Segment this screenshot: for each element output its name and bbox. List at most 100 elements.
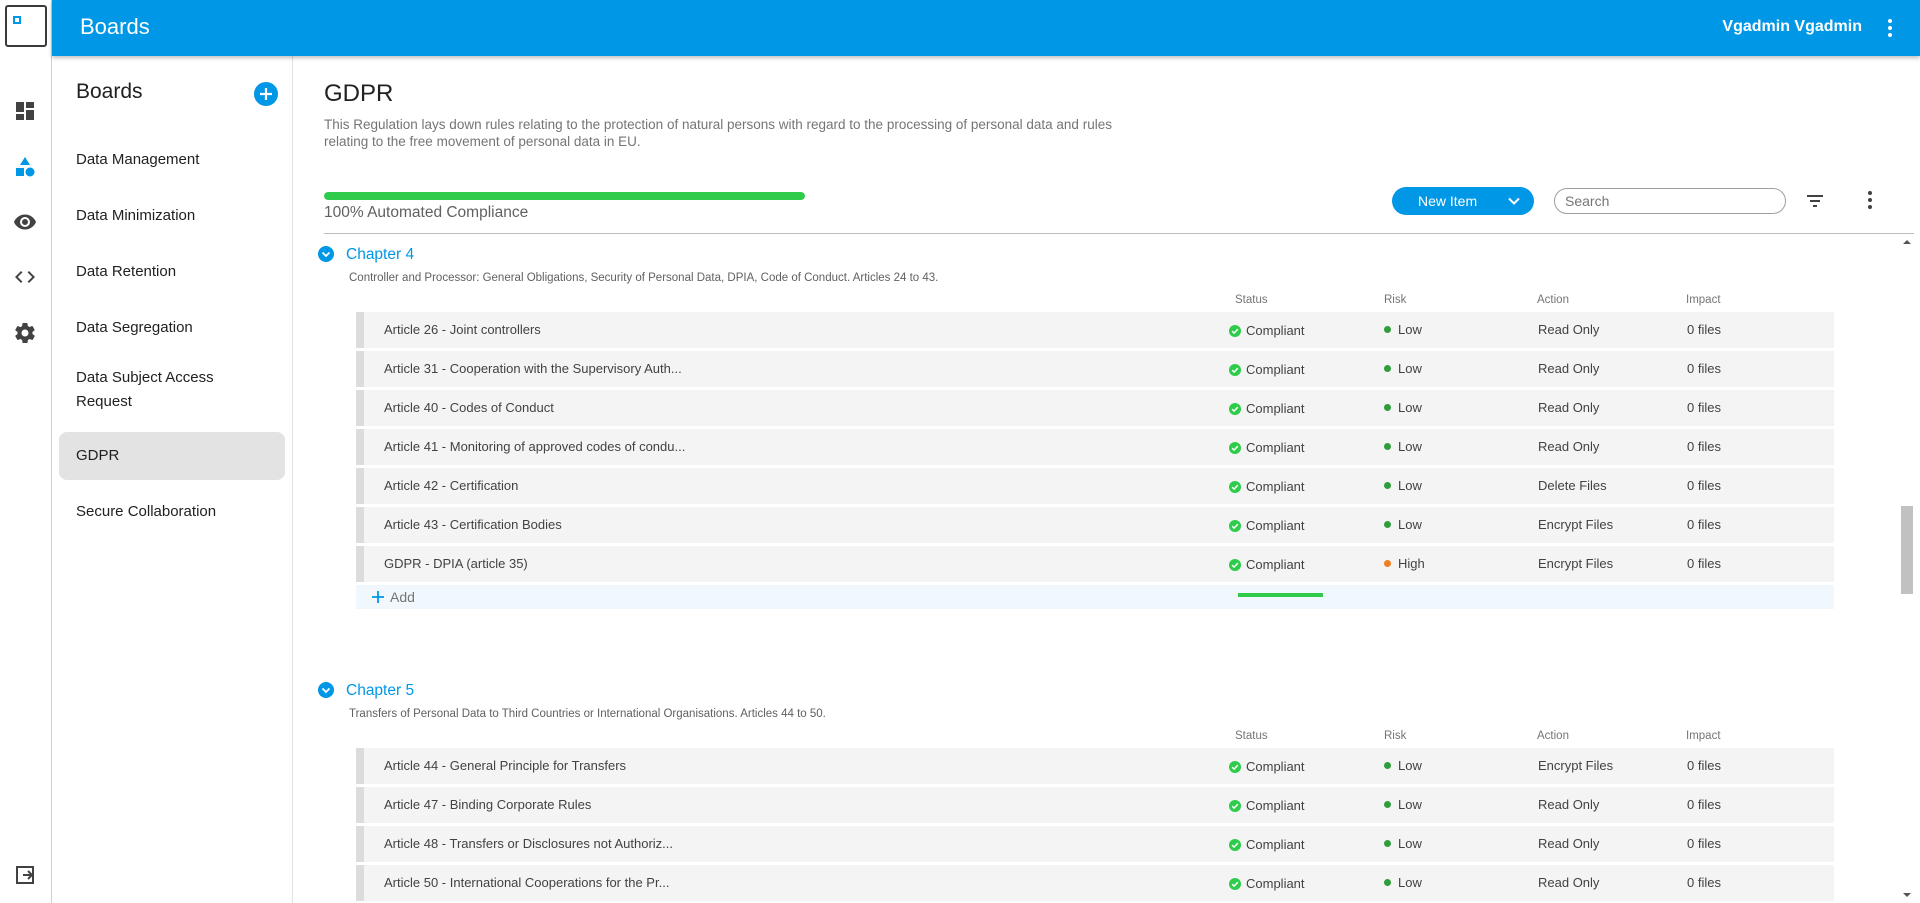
risk-text: Low: [1398, 400, 1422, 415]
search-input[interactable]: [1554, 188, 1786, 214]
table-row[interactable]: Article 31 - Cooperation with the Superv…: [356, 351, 1834, 387]
action-cell: Encrypt Files: [1538, 758, 1614, 773]
gear-icon[interactable]: [12, 320, 38, 346]
column-header-action: Action: [1537, 294, 1569, 306]
action-cell: Encrypt Files: [1538, 556, 1614, 571]
item-name[interactable]: Article 47 - Binding Corporate Rules: [384, 797, 591, 812]
kebab-menu-icon[interactable]: [1880, 16, 1900, 40]
sidebar-item-secure-collaboration[interactable]: Secure Collaboration: [59, 492, 285, 532]
impact-cell: 0 files: [1687, 836, 1721, 851]
item-name[interactable]: GDPR - DPIA (article 35): [384, 556, 528, 571]
action-cell: Encrypt Files: [1538, 517, 1614, 532]
table-row[interactable]: Article 40 - Codes of Conduct Compliant Lo…: [356, 390, 1834, 426]
sidebar-item-data-segregation[interactable]: Data Segregation: [59, 308, 285, 348]
shapes-icon[interactable]: [12, 154, 38, 180]
status-text: Compliant: [1246, 323, 1305, 338]
sidebar-heading: Boards: [76, 80, 143, 103]
risk-text: High: [1398, 556, 1425, 571]
table-row[interactable]: Article 41 - Monitoring of approved code…: [356, 429, 1834, 465]
status-cell: Compliant: [1229, 323, 1305, 338]
groups-scroll-area[interactable]: Chapter 4 Controller and Processor: Gener…: [294, 234, 1894, 903]
check-circle-icon: [1229, 363, 1241, 376]
group-description: Controller and Processor: General Obliga…: [349, 272, 939, 284]
add-item-row[interactable]: Add: [356, 585, 1834, 609]
table-row[interactable]: Article 48 - Transfers or Disclosures no…: [356, 826, 1834, 862]
status-cell: Compliant: [1229, 557, 1305, 572]
vertical-scrollbar[interactable]: [1896, 236, 1916, 901]
plus-icon: [260, 88, 272, 100]
add-board-button[interactable]: [254, 82, 278, 106]
sidebar-item-data-subject-access-request[interactable]: Data Subject Access Request: [59, 362, 285, 418]
scroll-up-icon[interactable]: [1901, 236, 1913, 248]
impact-cell: 0 files: [1687, 797, 1721, 812]
status-cell: Compliant: [1229, 440, 1305, 455]
item-name[interactable]: Article 41 - Monitoring of approved code…: [384, 439, 685, 454]
check-circle-icon: [1229, 402, 1241, 415]
check-circle-icon: [1229, 441, 1241, 454]
check-circle-icon: [1229, 877, 1241, 890]
sidebar-item-data-minimization[interactable]: Data Minimization: [59, 196, 285, 236]
item-name[interactable]: Article 43 - Certification Bodies: [384, 517, 562, 532]
sidebar-item-gdpr[interactable]: GDPR: [59, 432, 285, 480]
logout-icon[interactable]: [12, 862, 38, 888]
dashboard-icon[interactable]: [12, 98, 38, 124]
action-cell: Read Only: [1538, 322, 1600, 337]
group-title[interactable]: Chapter 5: [346, 682, 414, 700]
more-options-icon[interactable]: [1860, 188, 1880, 212]
sidebar-item-label: Data Segregation: [76, 319, 193, 336]
sidebar-item-label: Data Retention: [76, 263, 177, 280]
code-icon[interactable]: [12, 264, 38, 290]
check-circle-icon: [1229, 324, 1241, 337]
sidebar-item-data-management[interactable]: Data Management: [59, 140, 285, 180]
item-name[interactable]: Article 26 - Joint controllers: [384, 322, 541, 337]
item-name[interactable]: Article 44 - General Principle for Trans…: [384, 758, 626, 773]
group-title[interactable]: Chapter 4: [346, 246, 414, 264]
app-title: Boards: [80, 14, 150, 39]
impact-cell: 0 files: [1687, 478, 1721, 493]
status-text: Compliant: [1246, 440, 1305, 455]
risk-dot-icon: [1384, 443, 1391, 450]
table-row[interactable]: Article 26 - Joint controllers Compliant L…: [356, 312, 1834, 348]
risk-text: Low: [1398, 478, 1422, 493]
app-logo[interactable]: [5, 5, 47, 47]
item-name[interactable]: Article 50 - International Cooperations …: [384, 875, 669, 890]
column-header-status: Status: [1235, 294, 1268, 306]
plus-icon: [372, 591, 384, 603]
scrollbar-thumb[interactable]: [1901, 506, 1913, 594]
scroll-down-icon[interactable]: [1901, 889, 1913, 901]
item-name[interactable]: Article 31 - Cooperation with the Superv…: [384, 361, 682, 376]
table-row[interactable]: Article 43 - Certification Bodies Complia…: [356, 507, 1834, 543]
impact-cell: 0 files: [1687, 361, 1721, 376]
table-row[interactable]: Article 44 - General Principle for Trans…: [356, 748, 1834, 784]
sidebar-item-data-retention[interactable]: Data Retention: [59, 252, 285, 292]
status-text: Compliant: [1246, 518, 1305, 533]
table-row[interactable]: Article 50 - International Cooperations …: [356, 865, 1834, 901]
top-app-bar: Boards Vgadmin Vgadmin: [52, 0, 1920, 56]
eye-icon[interactable]: [12, 209, 38, 235]
collapse-toggle-icon[interactable]: [318, 246, 334, 262]
risk-dot-icon: [1384, 560, 1391, 567]
check-circle-icon: [1229, 519, 1241, 532]
action-cell: Read Only: [1538, 797, 1600, 812]
page-title: GDPR: [324, 80, 394, 107]
check-circle-icon: [1229, 799, 1241, 812]
collapse-toggle-icon[interactable]: [318, 682, 334, 698]
table-row[interactable]: Article 42 - Certification Compliant Low De…: [356, 468, 1834, 504]
table-row[interactable]: GDPR - DPIA (article 35) Compliant High Enc…: [356, 546, 1834, 582]
column-header-impact: Impact: [1686, 730, 1721, 742]
chevron-down-icon[interactable]: [1506, 193, 1522, 209]
risk-text: Low: [1398, 322, 1422, 337]
item-name[interactable]: Article 48 - Transfers or Disclosures no…: [384, 836, 673, 851]
status-text: Compliant: [1246, 401, 1305, 416]
item-name[interactable]: Article 42 - Certification: [384, 478, 518, 493]
sidebar-item-label: GDPR: [76, 447, 120, 464]
action-cell: Read Only: [1538, 361, 1600, 376]
table-row[interactable]: Article 47 - Binding Corporate Rules Comp…: [356, 787, 1834, 823]
status-text: Compliant: [1246, 362, 1305, 377]
user-name[interactable]: Vgadmin Vgadmin: [1722, 18, 1862, 36]
status-cell: Compliant: [1229, 759, 1305, 774]
filter-icon[interactable]: [1804, 190, 1826, 212]
item-name[interactable]: Article 40 - Codes of Conduct: [384, 400, 554, 415]
new-item-button[interactable]: New Item: [1392, 187, 1534, 215]
risk-dot-icon: [1384, 840, 1391, 847]
